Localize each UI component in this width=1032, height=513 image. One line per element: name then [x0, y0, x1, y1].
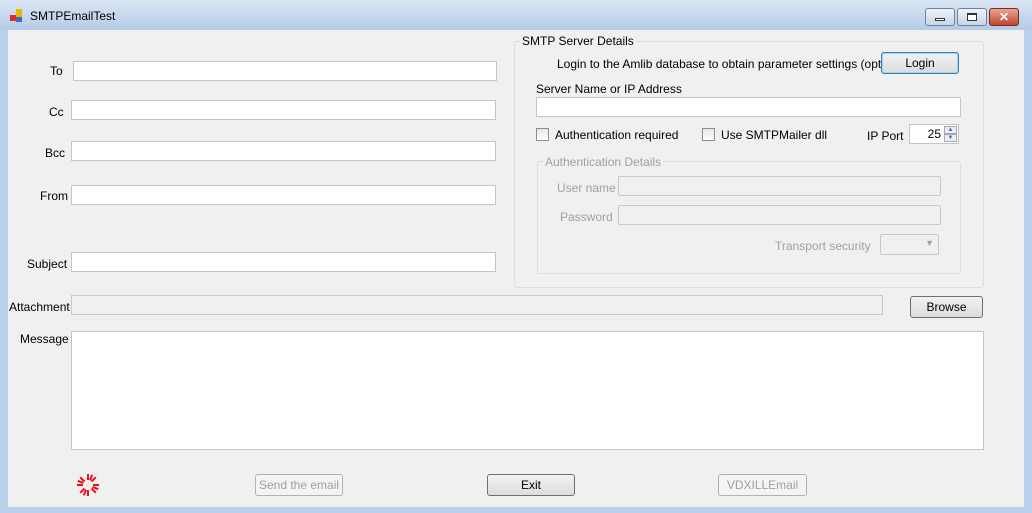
bcc-input[interactable] — [71, 141, 496, 161]
to-input[interactable] — [73, 61, 497, 81]
subject-label: Subject — [27, 257, 68, 271]
authentication-required-checkbox[interactable] — [536, 128, 549, 141]
minimize-button[interactable] — [925, 8, 955, 26]
message-label: Message — [20, 332, 69, 346]
chevron-down-icon: ▼ — [925, 238, 934, 248]
transport-security-label: Transport security — [775, 239, 871, 253]
attachment-input[interactable] — [71, 295, 883, 315]
cc-label: Cc — [49, 105, 64, 119]
login-hint-text: Login to the Amlib database to obtain pa… — [557, 57, 911, 71]
login-button[interactable]: Login — [881, 52, 959, 74]
from-input[interactable] — [71, 185, 496, 205]
use-smtpmailer-dll-label: Use SMTPMailer dll — [721, 128, 828, 142]
loading-spinner-icon — [77, 474, 99, 496]
cc-input[interactable] — [71, 100, 496, 120]
username-input[interactable] — [618, 176, 941, 196]
attachment-label: Attachment — [9, 300, 70, 314]
app-icon — [10, 9, 22, 22]
subject-input[interactable] — [71, 252, 496, 272]
bcc-label: Bcc — [45, 146, 66, 160]
password-label: Password — [560, 210, 613, 224]
maximize-button[interactable] — [957, 8, 987, 26]
authentication-required-label: Authentication required — [555, 128, 679, 142]
password-input[interactable] — [618, 205, 941, 225]
port-down-icon[interactable]: ▼ — [944, 134, 957, 142]
vdxillemail-button[interactable]: VDXILLEmail — [718, 474, 807, 496]
ip-port-label: IP Port — [867, 129, 904, 143]
window-title: SMTPEmailTest — [30, 9, 116, 23]
transport-security-select[interactable]: ▼ — [880, 234, 939, 255]
server-name-input[interactable] — [536, 97, 961, 117]
server-name-label: Server Name or IP Address — [536, 82, 682, 96]
auth-group-title: Authentication Details — [543, 155, 664, 169]
port-up-icon[interactable]: ▲ — [944, 126, 957, 134]
username-label: User name — [557, 181, 616, 195]
browse-button[interactable]: Browse — [910, 296, 983, 318]
exit-button[interactable]: Exit — [487, 474, 575, 496]
message-textarea[interactable] — [71, 331, 984, 450]
smtp-group-title: SMTP Server Details — [520, 34, 636, 48]
to-label: To — [50, 64, 63, 78]
title-bar: SMTPEmailTest ✕ — [0, 0, 1032, 30]
use-smtpmailer-dll-checkbox[interactable] — [702, 128, 715, 141]
from-label: From — [40, 189, 68, 203]
send-email-button[interactable]: Send the email — [255, 474, 343, 496]
close-button[interactable]: ✕ — [989, 8, 1019, 26]
